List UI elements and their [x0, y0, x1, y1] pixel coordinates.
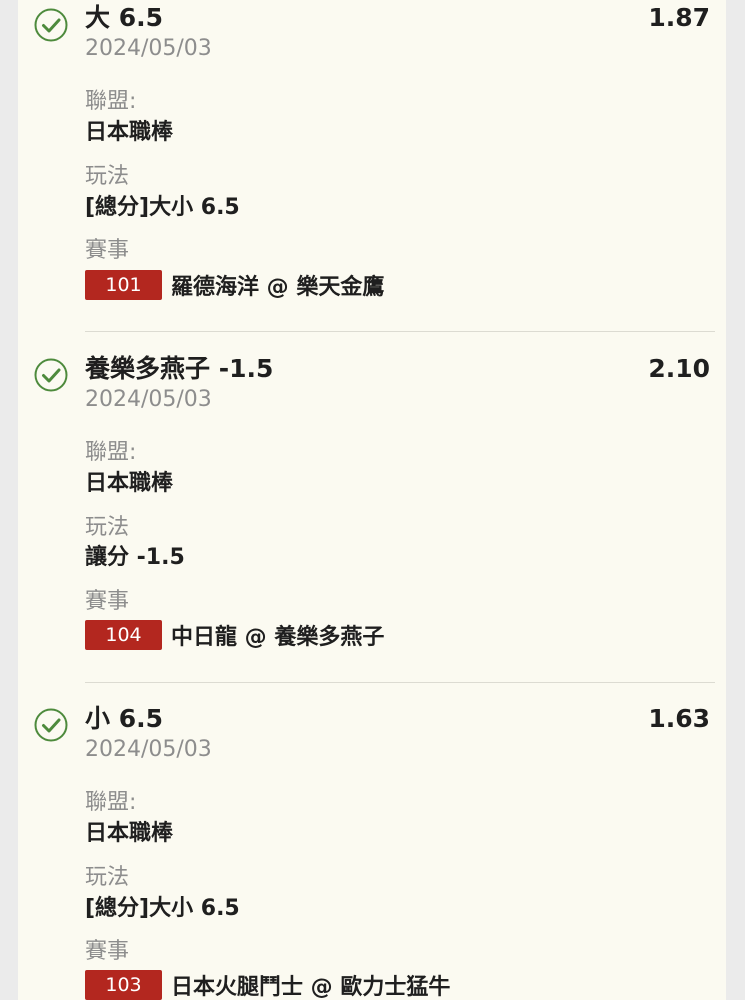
bet-date: 2024/05/03: [85, 387, 212, 412]
bet-odds: 1.87: [648, 3, 710, 32]
play-type-value: 讓分 -1.5: [85, 545, 185, 570]
play-type-value: [總分]大小 6.5: [85, 195, 240, 220]
league-label: 聯盟:: [85, 440, 137, 465]
play-type-value: [總分]大小 6.5: [85, 896, 240, 921]
play-type-label: 玩法: [85, 865, 130, 890]
matchup-text: 中日龍 @ 養樂多燕子: [171, 625, 385, 650]
divider: [85, 331, 715, 332]
play-type-label: 玩法: [85, 515, 130, 540]
bet-list-card: 大 6.5 1.87 2024/05/03 聯盟: 日本職棒 玩法 [總分]大小…: [18, 0, 726, 1000]
bet-date: 2024/05/03: [85, 737, 212, 762]
league-label: 聯盟:: [85, 89, 137, 114]
event-row: 101 羅德海洋 @ 樂天金鷹: [85, 270, 384, 300]
check-circle-icon: [34, 8, 68, 42]
matchup-text: 日本火腿鬥士 @ 歐力士猛牛: [171, 975, 451, 1000]
league-value: 日本職棒: [85, 821, 174, 846]
league-value: 日本職棒: [85, 471, 174, 496]
check-circle-icon: [34, 358, 68, 392]
event-label: 賽事: [85, 238, 130, 263]
bet-odds: 2.10: [648, 354, 710, 383]
event-row: 104 中日龍 @ 養樂多燕子: [85, 620, 384, 650]
event-row: 103 日本火腿鬥士 @ 歐力士猛牛: [85, 970, 450, 1000]
event-label: 賽事: [85, 939, 130, 964]
check-circle-icon: [34, 708, 68, 742]
bet-odds: 1.63: [648, 704, 710, 733]
game-number-badge: 104: [85, 620, 162, 650]
game-number-badge: 101: [85, 270, 162, 300]
event-label: 賽事: [85, 589, 130, 614]
bet-selection: 養樂多燕子 -1.5: [85, 354, 274, 383]
league-value: 日本職棒: [85, 120, 174, 145]
play-type-label: 玩法: [85, 164, 130, 189]
bet-selection: 小 6.5: [85, 704, 163, 733]
matchup-text: 羅德海洋 @ 樂天金鷹: [171, 275, 385, 300]
divider: [85, 682, 715, 683]
league-label: 聯盟:: [85, 790, 137, 815]
bet-selection: 大 6.5: [85, 3, 163, 32]
game-number-badge: 103: [85, 970, 162, 1000]
bet-date: 2024/05/03: [85, 36, 212, 61]
